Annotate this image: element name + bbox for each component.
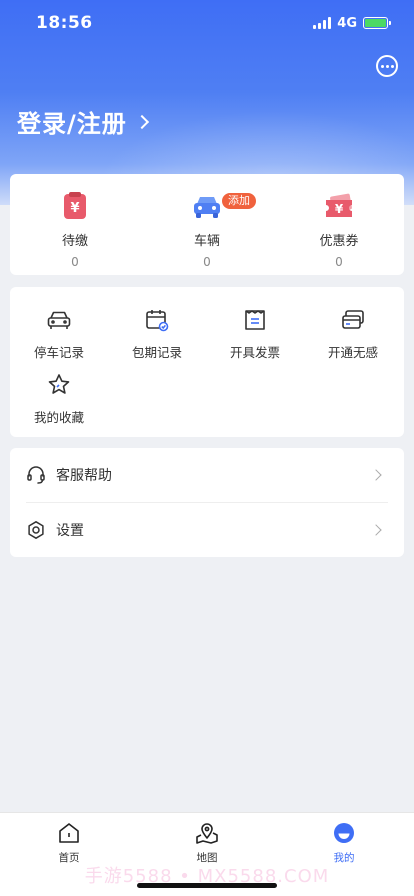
stat-pending-payment[interactable]: ¥ 待缴 0 <box>20 190 130 269</box>
svg-text:¥: ¥ <box>70 201 79 216</box>
gear-icon <box>26 520 46 540</box>
calendar-check-icon <box>144 307 170 333</box>
add-vehicle-badge[interactable]: 添加 <box>222 193 256 209</box>
wallet-yuan-icon: ¥ <box>59 190 91 222</box>
profile-filled-icon <box>332 821 356 845</box>
battery-icon <box>363 17 391 29</box>
star-outline-icon <box>46 372 72 398</box>
service-label: 停车记录 <box>33 345 84 360</box>
service-issue-invoice[interactable]: 开具发票 <box>206 307 304 361</box>
services-card: 停车记录 包期记录 开具发票 开通无感 我的收藏 <box>10 287 404 437</box>
stat-label: 待缴 <box>61 234 88 249</box>
stat-label: 优惠券 <box>319 234 359 249</box>
invoice-icon <box>242 307 268 333</box>
chevron-right-icon <box>370 524 382 536</box>
stat-value: 0 <box>71 255 79 269</box>
more-dots-icon <box>380 64 384 68</box>
menu-customer-service[interactable]: 客服帮助 <box>10 448 404 502</box>
tab-mine[interactable]: 我的 <box>304 821 384 865</box>
menu-label: 设置 <box>56 523 84 539</box>
home-icon <box>57 821 81 845</box>
service-subscription-records[interactable]: 包期记录 <box>108 307 206 361</box>
tab-map[interactable]: 地图 <box>167 821 247 865</box>
stat-value: 0 <box>335 255 343 269</box>
stat-value: 0 <box>203 255 211 269</box>
coupon-icon: ¥ <box>323 190 355 222</box>
network-type: 4G <box>337 15 357 31</box>
service-parking-records[interactable]: 停车记录 <box>10 307 108 361</box>
status-indicators: 4G <box>313 15 391 31</box>
tab-home[interactable]: 首页 <box>29 821 109 865</box>
stat-label: 车辆 <box>193 234 220 249</box>
service-label: 我的收藏 <box>33 410 84 425</box>
service-enable-contactless[interactable]: 开通无感 <box>304 307 402 361</box>
chevron-right-icon <box>134 114 149 129</box>
signal-icon <box>313 17 332 29</box>
menu-card: 客服帮助 设置 <box>10 448 404 557</box>
status-bar: 18:56 4G <box>0 0 414 46</box>
service-label: 开具发票 <box>229 345 280 360</box>
message-button[interactable] <box>376 55 398 77</box>
stat-coupons[interactable]: ¥ 优惠券 0 <box>284 190 394 269</box>
headset-icon <box>26 465 46 485</box>
stats-card: ¥ 待缴 0 车辆 0 ¥ 优惠券 0 <box>10 174 404 275</box>
menu-settings[interactable]: 设置 <box>10 503 404 557</box>
login-register-label: 登录/注册 <box>17 110 127 138</box>
service-label: 包期记录 <box>131 345 182 360</box>
status-time: 18:56 <box>36 13 93 33</box>
login-register-link[interactable]: 登录/注册 <box>17 104 149 139</box>
service-label: 开通无感 <box>327 345 378 360</box>
service-my-favorites[interactable]: 我的收藏 <box>10 372 108 426</box>
svg-text:¥: ¥ <box>335 202 344 216</box>
card-icon <box>340 307 366 333</box>
menu-label: 客服帮助 <box>56 468 112 484</box>
car-outline-icon <box>46 307 72 333</box>
watermark: 手游5588 • MX5588.COM <box>84 866 330 887</box>
chevron-right-icon <box>370 469 382 481</box>
map-pin-icon <box>195 821 219 845</box>
car-icon <box>191 190 223 222</box>
